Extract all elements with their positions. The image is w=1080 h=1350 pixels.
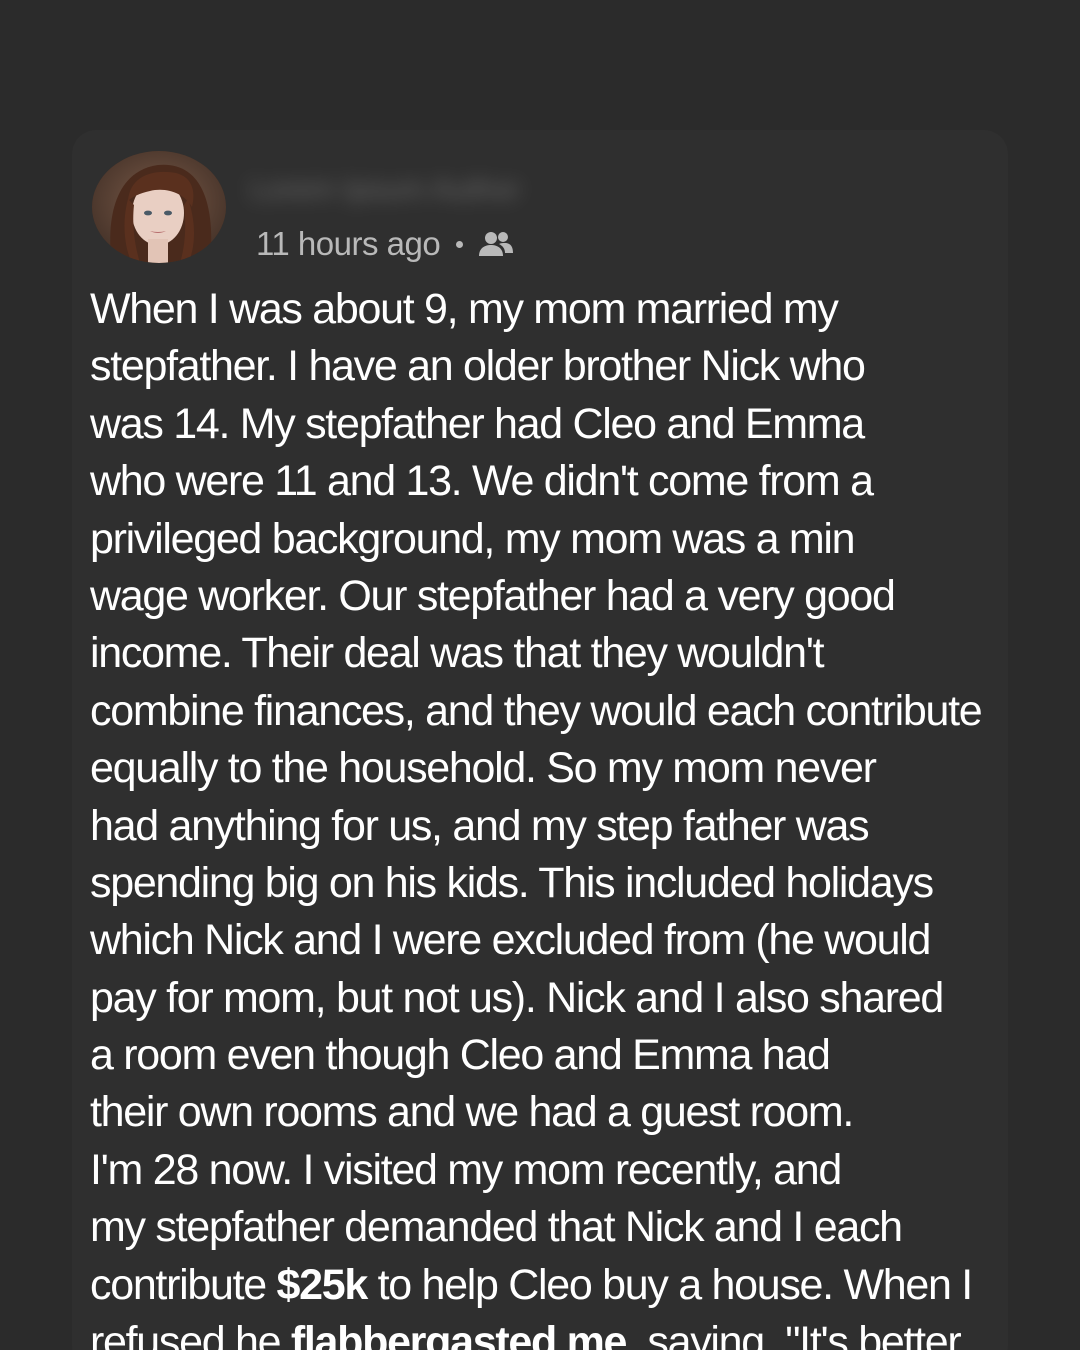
post-text-line: which Nick and I were excluded from (he …	[90, 912, 1010, 969]
text-segment: stepfather. I have an older brother Nick…	[90, 342, 866, 391]
text-segment: to help Cleo buy a house. When I	[366, 1260, 974, 1309]
emphasized-text: $25k	[276, 1260, 369, 1309]
post-text-line: my stepfather demanded that Nick and I e…	[90, 1199, 1010, 1256]
post-text-line: a room even though Cleo and Emma had	[90, 1027, 1010, 1084]
post-text-line: privileged background, my mom was a min	[90, 511, 1010, 568]
avatar[interactable]	[92, 151, 226, 263]
text-segment: combine finances, and they would each co…	[90, 686, 983, 735]
post-text-line: combine finances, and they would each co…	[90, 683, 1010, 740]
post-text-line: who were 11 and 13. We didn't come from …	[90, 453, 1010, 510]
post-text-line: When I was about 9, my mom married my	[90, 281, 1010, 338]
post-text-line: their own rooms and we had a guest room.	[90, 1084, 1010, 1141]
text-segment: wage worker. Our stepfather had a very g…	[90, 571, 896, 620]
text-segment: When I was about 9, my mom married my	[90, 285, 839, 333]
text-segment: equally to the household. So my mom neve…	[90, 744, 877, 793]
post-text-line: I'm 28 now. I visited my mom recently, a…	[90, 1142, 1010, 1199]
text-segment: contribute	[90, 1260, 277, 1309]
post-text-line: pay for mom, but not us). Nick and I als…	[90, 970, 1010, 1027]
post-text-line: equally to the household. So my mom neve…	[90, 740, 1010, 797]
post-meta: 11 hours ago	[256, 222, 515, 266]
post-text-line: spending big on his kids. This included …	[90, 855, 1010, 912]
text-segment: privileged background, my mom was a min	[90, 514, 856, 563]
post-text-line: income. Their deal was that they wouldn'…	[90, 625, 1010, 682]
post-text-line: wage worker. Our stepfather had a very g…	[90, 568, 1010, 625]
emphasized-text: flabbergasted me	[290, 1318, 628, 1350]
text-segment: , saying, "It's better	[626, 1318, 962, 1350]
text-segment: my stepfather demanded that Nick and I e…	[90, 1203, 903, 1252]
post-text: When I was about 9, my mom married my ste…	[90, 281, 1010, 1350]
text-segment: pay for mom, but not us). Nick and I als…	[90, 973, 944, 1022]
text-segment: which Nick and I were excluded from (he …	[90, 916, 931, 965]
post-text-line: contribute $25k to help Cleo buy a house…	[90, 1257, 1010, 1314]
text-segment: who were 11 and 13. We didn't come from …	[90, 457, 874, 506]
avatar-image	[92, 151, 226, 263]
timestamp[interactable]: 11 hours ago	[256, 225, 441, 263]
post-text-line: stepfather. I have an older brother Nick…	[90, 338, 1010, 395]
text-segment: was 14. My stepfather had Cleo and Emma	[90, 399, 865, 448]
post-text-line: refused he flabbergasted me, saying, "It…	[90, 1314, 1010, 1350]
author-name[interactable]: Lorem Ipsum Author	[250, 162, 640, 218]
text-segment: I'm 28 now. I visited my mom recently, a…	[90, 1145, 842, 1194]
post-text-line: was 14. My stepfather had Cleo and Emma	[90, 396, 1010, 453]
separator-dot	[456, 240, 464, 248]
text-segment: their own rooms and we had a guest room.	[90, 1088, 854, 1137]
text-segment: had anything for us, and my step father …	[90, 801, 870, 850]
post-text-line: had anything for us, and my step father …	[90, 798, 1010, 855]
post-page: Lorem Ipsum Author 11 hours ago When I w…	[0, 0, 1080, 1350]
text-segment: spending big on his kids. This included …	[90, 858, 934, 907]
text-segment: income. Their deal was that they wouldn'…	[90, 629, 825, 678]
friends-icon[interactable]	[477, 229, 515, 259]
text-segment: refused he	[90, 1318, 291, 1350]
text-segment: a room even though Cleo and Emma had	[90, 1031, 831, 1080]
